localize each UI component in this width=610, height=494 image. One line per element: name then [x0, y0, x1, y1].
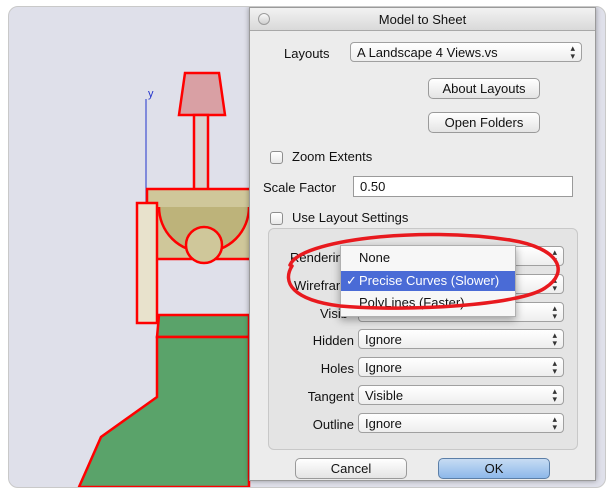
- layouts-label: Layouts: [284, 46, 330, 61]
- model-drawing: [77, 71, 259, 487]
- menu-item-precise-curves[interactable]: ✓ Precise Curves (Slower): [341, 271, 515, 291]
- select-arrows-icon: ▴ ▾: [552, 303, 557, 321]
- zoom-extents-checkbox[interactable]: [270, 151, 283, 164]
- use-layout-settings-label: Use Layout Settings: [292, 210, 409, 225]
- holes-select[interactable]: Ignore ▴ ▾: [358, 357, 564, 377]
- model-circle: [184, 225, 224, 265]
- wireframe-dropdown-menu: None ✓ Precise Curves (Slower) PolyLines…: [340, 245, 516, 317]
- tangent-select[interactable]: Visible ▴ ▾: [358, 385, 564, 405]
- select-arrows-icon: ▴ ▾: [552, 330, 557, 348]
- cancel-button[interactable]: Cancel: [295, 458, 407, 479]
- model-collar: [155, 313, 251, 339]
- checkmark-icon: ✓: [346, 273, 357, 288]
- wireframe-label: Wirefran: [294, 278, 344, 293]
- select-arrows-icon: ▴ ▾: [552, 358, 557, 376]
- select-arrows-icon: ▴ ▾: [570, 43, 575, 61]
- scale-factor-label: Scale Factor: [263, 180, 336, 195]
- open-folders-button[interactable]: Open Folders: [428, 112, 540, 133]
- select-arrows-icon: ▴ ▾: [552, 414, 557, 432]
- menu-item-none[interactable]: None: [341, 248, 515, 268]
- model-to-sheet-dialog: Model to Sheet Layouts A Landscape 4 Vie…: [249, 7, 596, 481]
- screenshot-frame: y Model to Sheet Layouts A Landscape 4 V…: [8, 6, 606, 488]
- holes-label: Holes: [320, 361, 354, 376]
- dialog-title: Model to Sheet: [378, 12, 467, 27]
- hidden-label: Hidden: [312, 333, 354, 348]
- model-stem: [192, 113, 210, 197]
- outline-value: Ignore: [365, 416, 402, 431]
- outline-select[interactable]: Ignore ▴ ▾: [358, 413, 564, 433]
- layouts-value: A Landscape 4 Views.vs: [357, 45, 498, 60]
- model-knob: [177, 71, 227, 117]
- ok-button[interactable]: OK: [438, 458, 550, 479]
- y-axis-label: y: [148, 88, 154, 100]
- select-arrows-icon: ▴ ▾: [552, 275, 557, 293]
- scale-factor-input[interactable]: 0.50: [353, 176, 573, 197]
- select-arrows-icon: ▴ ▾: [552, 247, 557, 265]
- scale-factor-value: 0.50: [360, 179, 386, 194]
- select-arrows-icon: ▴ ▾: [552, 386, 557, 404]
- model-left-side: [135, 201, 159, 325]
- menu-item-polylines[interactable]: PolyLines (Faster): [341, 293, 515, 313]
- hidden-select[interactable]: Ignore ▴ ▾: [358, 329, 564, 349]
- outline-label: Outline: [312, 417, 354, 432]
- rendering-label: Renderin: [290, 250, 343, 265]
- tangent-value: Visible: [365, 388, 404, 403]
- tangent-label: Tangent: [307, 389, 354, 404]
- use-layout-settings-checkbox[interactable]: [270, 212, 283, 225]
- layouts-select[interactable]: A Landscape 4 Views.vs ▴ ▾: [350, 42, 582, 62]
- about-layouts-button[interactable]: About Layouts: [428, 78, 540, 99]
- zoom-extents-label: Zoom Extents: [292, 149, 373, 164]
- dialog-titlebar: Model to Sheet: [250, 8, 595, 31]
- hidden-value: Ignore: [365, 332, 402, 347]
- model-base: [77, 335, 251, 487]
- holes-value: Ignore: [365, 360, 402, 375]
